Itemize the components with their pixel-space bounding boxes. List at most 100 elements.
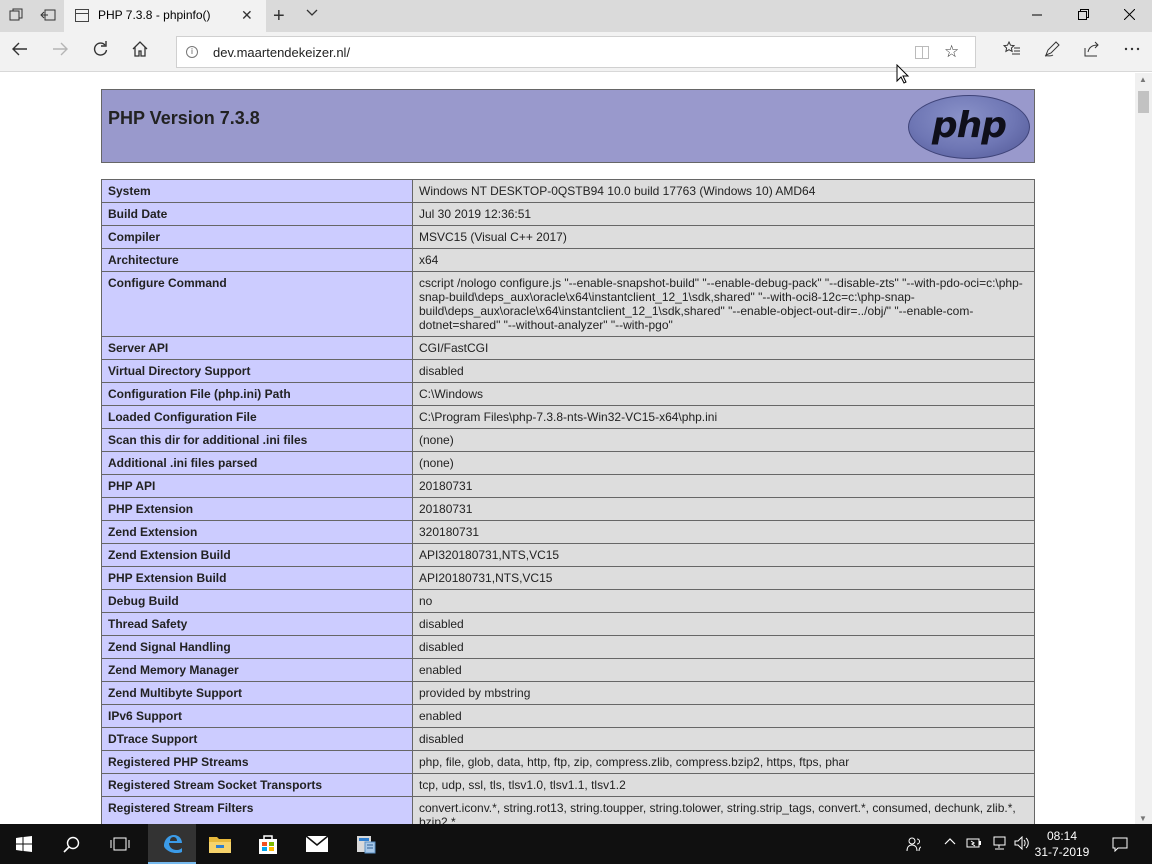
scroll-up-icon[interactable]: ▲ [1139,75,1147,84]
star-icon[interactable]: ☆ [944,42,959,62]
scroll-thumb[interactable] [1138,91,1149,113]
app-icon [357,836,376,854]
mail-icon [305,835,329,852]
system-clock[interactable]: 08:14 31-7-2019 [1032,828,1092,860]
row-key: PHP Extension [101,497,413,521]
row-value: 20180731 [412,497,1035,521]
maximize-icon[interactable] [1060,0,1106,32]
app-taskbar-button[interactable] [342,824,390,864]
table-row: Debug Build no [101,589,1035,613]
row-key: Zend Multibyte Support [101,681,413,705]
more-icon[interactable] [1120,40,1144,64]
vertical-scrollbar[interactable]: ▲ ▼ [1135,73,1152,825]
minimize-icon[interactable] [1014,0,1060,32]
row-key: PHP API [101,474,413,498]
scroll-down-icon[interactable]: ▼ [1139,814,1147,823]
table-row: Additional .ini files parsed (none) [101,451,1035,475]
table-row: Registered PHP Streams php, file, glob, d… [101,750,1035,774]
row-key: Configure Command [101,271,413,337]
row-value: disabled [412,727,1035,751]
row-value: 20180731 [412,474,1035,498]
edge-taskbar-button[interactable] [148,824,196,864]
table-row: Zend Memory Manager enabled [101,658,1035,682]
table-row: System Windows NT DESKTOP-0QSTB94 10.0 bu… [101,179,1035,203]
phpinfo-header: PHP Version 7.3.8 php [101,89,1035,163]
people-icon[interactable] [906,836,922,855]
row-key: Build Date [101,202,413,226]
row-key: Registered Stream Socket Transports [101,773,413,797]
mouse-cursor-icon [896,64,910,84]
table-row: PHP API 20180731 [101,474,1035,498]
clock-date: 31-7-2019 [1034,845,1090,859]
file-explorer-button[interactable] [196,824,244,864]
row-value: API320180731,NTS,VC15 [412,543,1035,567]
mail-button[interactable] [293,824,341,864]
close-icon[interactable]: ✕ [241,7,253,24]
row-value: Windows NT DESKTOP-0QSTB94 10.0 build 17… [412,179,1035,203]
php-logo[interactable]: php [908,95,1030,159]
plus-icon[interactable]: + [273,5,285,28]
tab-title: PHP 7.3.8 - phpinfo() [98,8,211,22]
info-table: System Windows NT DESKTOP-0QSTB94 10.0 bu… [101,179,1035,825]
pen-icon[interactable] [1040,40,1064,64]
row-value: CGI/FastCGI [412,336,1035,360]
battery-plug-icon[interactable] [966,836,982,853]
url-text[interactable]: dev.maartendekeizer.nl/ [213,45,350,60]
row-key: Registered Stream Filters [101,796,413,825]
search-button[interactable] [48,824,96,864]
file-explorer-icon [209,837,231,853]
network-icon[interactable] [991,836,1007,853]
browser-tab[interactable]: PHP 7.3.8 - phpinfo() ✕ [64,0,266,32]
back-icon[interactable] [8,40,32,64]
row-value: x64 [412,248,1035,272]
table-row: Zend Multibyte Support provided by mbstri… [101,681,1035,705]
table-row: Zend Signal Handling disabled [101,635,1035,659]
chevron-up-icon[interactable] [944,836,956,851]
edge-icon [164,835,182,853]
start-button[interactable] [0,824,48,864]
row-value: cscript /nologo configure.js "--enable-s… [412,271,1035,337]
share-icon[interactable] [1080,40,1104,64]
row-key: Zend Signal Handling [101,635,413,659]
row-key: Registered PHP Streams [101,750,413,774]
row-key: DTrace Support [101,727,413,751]
chevron-down-icon[interactable] [306,6,318,21]
close-icon[interactable] [1106,0,1152,32]
notification-icon[interactable] [1112,836,1128,855]
set-aside-tabs-icon[interactable] [40,8,56,24]
volume-icon[interactable] [1014,835,1030,853]
row-key: Server API [101,336,413,360]
row-value: disabled [412,359,1035,383]
row-value: C:\Program Files\php-7.3.8-nts-Win32-VC1… [412,405,1035,429]
row-key: IPv6 Support [101,704,413,728]
table-row: Configuration File (php.ini) Path C:\Wind… [101,382,1035,406]
table-row: PHP Extension 20180731 [101,497,1035,521]
row-value: MSVC15 (Visual C++ 2017) [412,225,1035,249]
table-row: Scan this dir for additional .ini files(… [101,428,1035,452]
row-key: Loaded Configuration File [101,405,413,429]
task-view-button[interactable] [96,824,144,864]
search-icon [63,836,80,853]
row-key: Scan this dir for additional .ini files [101,428,413,452]
row-value: API20180731,NTS,VC15 [412,566,1035,590]
forward-icon[interactable] [48,40,72,64]
page-content[interactable]: PHP Version 7.3.8 php System Windows NT D… [0,73,1135,825]
tab-actions-icon[interactable] [8,8,24,24]
favorites-icon[interactable] [1000,40,1024,64]
table-row: DTrace Support disabled [101,727,1035,751]
windows-icon [16,836,32,852]
refresh-icon[interactable] [88,40,112,64]
row-value: enabled [412,704,1035,728]
store-icon [259,835,277,854]
row-key: Additional .ini files parsed [101,451,413,475]
home-icon[interactable] [128,40,152,64]
address-bar[interactable]: i dev.maartendekeizer.nl/ ☆ [176,36,976,68]
row-value: disabled [412,612,1035,636]
php-logo-text: php [931,105,1007,146]
table-row: Zend Extension 320180731 [101,520,1035,544]
row-value: no [412,589,1035,613]
info-icon[interactable]: i [186,46,198,58]
table-row: Configure Command cscript /nologo configu… [101,271,1035,337]
store-button[interactable] [244,824,292,864]
reading-view-icon[interactable] [915,46,929,59]
